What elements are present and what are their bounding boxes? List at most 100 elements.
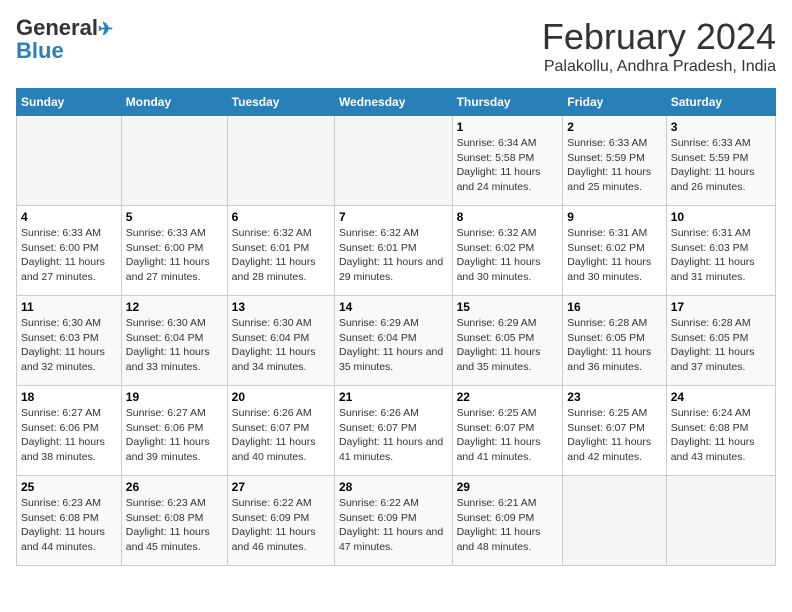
day-number: 21 (339, 390, 448, 404)
cell-info: Sunset: 6:07 PM (232, 421, 330, 436)
calendar-cell (334, 116, 452, 206)
calendar-cell: 25Sunrise: 6:23 AMSunset: 6:08 PMDayligh… (17, 476, 122, 566)
cell-info: Sunrise: 6:22 AM (339, 496, 448, 511)
day-number: 18 (21, 390, 117, 404)
cell-info: Daylight: 11 hours and 34 minutes. (232, 345, 330, 374)
calendar-cell (563, 476, 666, 566)
cell-info: Sunset: 6:04 PM (339, 331, 448, 346)
calendar-cell: 4Sunrise: 6:33 AMSunset: 6:00 PMDaylight… (17, 206, 122, 296)
cell-info: Daylight: 11 hours and 45 minutes. (126, 525, 223, 554)
cell-info: Sunset: 6:01 PM (339, 241, 448, 256)
calendar-cell: 6Sunrise: 6:32 AMSunset: 6:01 PMDaylight… (227, 206, 334, 296)
day-number: 24 (671, 390, 771, 404)
cell-info: Sunset: 6:06 PM (21, 421, 117, 436)
day-number: 3 (671, 120, 771, 134)
calendar-cell: 20Sunrise: 6:26 AMSunset: 6:07 PMDayligh… (227, 386, 334, 476)
cell-info: Daylight: 11 hours and 48 minutes. (457, 525, 559, 554)
cell-info: Sunrise: 6:27 AM (126, 406, 223, 421)
cell-info: Sunrise: 6:33 AM (126, 226, 223, 241)
day-number: 13 (232, 300, 330, 314)
cell-info: Sunset: 6:05 PM (671, 331, 771, 346)
cell-info: Sunrise: 6:32 AM (339, 226, 448, 241)
day-number: 23 (567, 390, 661, 404)
cell-info: Sunrise: 6:30 AM (232, 316, 330, 331)
cell-info: Daylight: 11 hours and 43 minutes. (671, 435, 771, 464)
cell-info: Daylight: 11 hours and 37 minutes. (671, 345, 771, 374)
calendar-cell: 3Sunrise: 6:33 AMSunset: 5:59 PMDaylight… (666, 116, 775, 206)
header-saturday: Saturday (666, 89, 775, 116)
calendar-cell: 2Sunrise: 6:33 AMSunset: 5:59 PMDaylight… (563, 116, 666, 206)
header-monday: Monday (121, 89, 227, 116)
logo-blue: Blue (16, 40, 64, 62)
calendar-cell: 24Sunrise: 6:24 AMSunset: 6:08 PMDayligh… (666, 386, 775, 476)
cell-info: Sunset: 5:59 PM (671, 151, 771, 166)
cell-info: Sunrise: 6:34 AM (457, 136, 559, 151)
cell-info: Sunset: 6:09 PM (457, 511, 559, 526)
day-number: 11 (21, 300, 117, 314)
calendar-week-2: 4Sunrise: 6:33 AMSunset: 6:00 PMDaylight… (17, 206, 776, 296)
location: Palakollu, Andhra Pradesh, India (542, 58, 776, 76)
calendar-cell: 23Sunrise: 6:25 AMSunset: 6:07 PMDayligh… (563, 386, 666, 476)
cell-info: Sunset: 6:06 PM (126, 421, 223, 436)
cell-info: Sunset: 6:00 PM (21, 241, 117, 256)
calendar-cell: 7 Sunrise: 6:32 AMSunset: 6:01 PMDaylight… (334, 206, 452, 296)
cell-info: Daylight: 11 hours and 40 minutes. (232, 435, 330, 464)
calendar-cell: 18Sunrise: 6:27 AMSunset: 6:06 PMDayligh… (17, 386, 122, 476)
cell-info: Daylight: 11 hours and 44 minutes. (21, 525, 117, 554)
header-friday: Friday (563, 89, 666, 116)
cell-info: Daylight: 11 hours and 28 minutes. (232, 255, 330, 284)
calendar-cell: 10 Sunrise: 6:31 AMSunset: 6:03 PMDayligh… (666, 206, 775, 296)
calendar-cell: 9Sunrise: 6:31 AMSunset: 6:02 PMDaylight… (563, 206, 666, 296)
cell-info: Daylight: 11 hours and 31 minutes. (671, 255, 771, 284)
cell-info: Daylight: 11 hours and 27 minutes. (126, 255, 223, 284)
calendar-cell: 14Sunrise: 6:29 AMSunset: 6:04 PMDayligh… (334, 296, 452, 386)
cell-info: Daylight: 11 hours and 29 minutes. (339, 255, 448, 284)
cell-info: Sunset: 6:05 PM (567, 331, 661, 346)
cell-info: Sunset: 6:07 PM (339, 421, 448, 436)
cell-info: Daylight: 11 hours and 32 minutes. (21, 345, 117, 374)
cell-info: Sunrise: 6:31 AM (567, 226, 661, 241)
cell-info: Sunrise: 6:26 AM (339, 406, 448, 421)
cell-info: Daylight: 11 hours and 35 minutes. (339, 345, 448, 374)
day-number: 28 (339, 480, 448, 494)
day-number: 26 (126, 480, 223, 494)
day-number: 8 (457, 210, 559, 224)
cell-info: Daylight: 11 hours and 30 minutes. (457, 255, 559, 284)
cell-info: Sunrise: 6:32 AM (457, 226, 559, 241)
cell-info: Sunrise: 6:31 AM (671, 226, 771, 241)
cell-info: Daylight: 11 hours and 24 minutes. (457, 165, 559, 194)
cell-info: Sunrise: 6:25 AM (567, 406, 661, 421)
cell-info: Daylight: 11 hours and 47 minutes. (339, 525, 448, 554)
calendar-cell (17, 116, 122, 206)
day-number: 12 (126, 300, 223, 314)
cell-info: Sunset: 6:07 PM (457, 421, 559, 436)
calendar-cell (121, 116, 227, 206)
day-number: 9 (567, 210, 661, 224)
calendar-cell: 17Sunrise: 6:28 AMSunset: 6:05 PMDayligh… (666, 296, 775, 386)
day-number: 5 (126, 210, 223, 224)
cell-info: Sunset: 6:08 PM (671, 421, 771, 436)
day-number: 7 (339, 210, 448, 224)
cell-info: Sunset: 6:05 PM (457, 331, 559, 346)
cell-info: Sunset: 6:03 PM (671, 241, 771, 256)
cell-info: Daylight: 11 hours and 33 minutes. (126, 345, 223, 374)
cell-info: Sunrise: 6:23 AM (126, 496, 223, 511)
calendar-week-3: 11Sunrise: 6:30 AMSunset: 6:03 PMDayligh… (17, 296, 776, 386)
cell-info: Sunrise: 6:32 AM (232, 226, 330, 241)
cell-info: Sunset: 6:01 PM (232, 241, 330, 256)
cell-info: Sunrise: 6:21 AM (457, 496, 559, 511)
calendar-cell: 28Sunrise: 6:22 AMSunset: 6:09 PMDayligh… (334, 476, 452, 566)
header-wednesday: Wednesday (334, 89, 452, 116)
month-title: February 2024 (542, 16, 776, 58)
cell-info: Daylight: 11 hours and 42 minutes. (567, 435, 661, 464)
header-thursday: Thursday (452, 89, 563, 116)
day-number: 10 (671, 210, 771, 224)
cell-info: Sunrise: 6:33 AM (671, 136, 771, 151)
cell-info: Sunset: 5:58 PM (457, 151, 559, 166)
cell-info: Daylight: 11 hours and 36 minutes. (567, 345, 661, 374)
page-header: General✈ Blue February 2024 Palakollu, A… (16, 16, 776, 76)
calendar-cell: 5Sunrise: 6:33 AMSunset: 6:00 PMDaylight… (121, 206, 227, 296)
day-number: 2 (567, 120, 661, 134)
header-tuesday: Tuesday (227, 89, 334, 116)
calendar-cell: 1Sunrise: 6:34 AMSunset: 5:58 PMDaylight… (452, 116, 563, 206)
